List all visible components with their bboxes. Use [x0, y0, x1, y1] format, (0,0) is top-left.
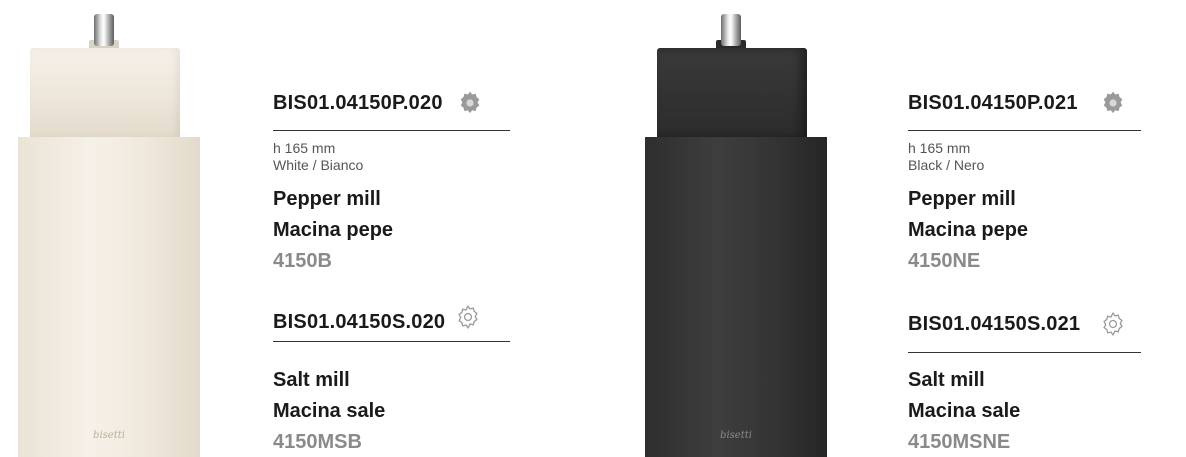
- pepper-ref: 4150B: [273, 250, 332, 272]
- pepper-name-it: Macina pepe: [908, 219, 1029, 241]
- salt-ref: 4150MSNE: [908, 431, 1011, 453]
- gear-outline-icon: [1103, 311, 1123, 337]
- product-info-white: BIS01.04150P.020 h 165 mm White / Bianco…: [255, 0, 545, 457]
- salt-ref: 4150MSB: [273, 431, 362, 453]
- pepper-mill-image-black: bisetti: [645, 0, 835, 457]
- pepper-code-row: BIS01.04150P.020: [255, 90, 545, 116]
- brand-logo: bisetti: [93, 430, 125, 441]
- mill-cap: [657, 48, 807, 138]
- pepper-color: White / Bianco: [273, 157, 364, 173]
- mill-body: [18, 137, 200, 457]
- pepper-height: h 165 mm: [908, 140, 971, 156]
- pepper-code: BIS01.04150P.021: [908, 91, 1078, 114]
- salt-code: BIS01.04150S.021: [908, 312, 1081, 335]
- pepper-divider: [273, 130, 510, 131]
- salt-divider: [908, 352, 1141, 353]
- mill-knob: [94, 14, 114, 46]
- pepper-code-row: BIS01.04150P.021: [890, 90, 1180, 116]
- mill-body: [645, 137, 827, 457]
- mill-knob: [721, 14, 741, 46]
- product-card-black: bisetti BIS01.04150P.021 h 165 mm Black …: [593, 0, 1186, 457]
- pepper-name-en: Pepper mill: [908, 188, 1016, 210]
- salt-name-en: Salt mill: [908, 369, 985, 391]
- gear-solid-icon: [460, 91, 479, 114]
- salt-divider: [273, 341, 510, 342]
- pepper-height: h 165 mm: [273, 140, 336, 156]
- pepper-code: BIS01.04150P.020: [273, 91, 443, 114]
- product-card-white: bisetti BIS01.04150P.020 h 165 mm White …: [0, 0, 593, 457]
- salt-name-it: Macina sale: [908, 400, 1021, 422]
- salt-name-it: Macina sale: [273, 400, 386, 422]
- gear-solid-icon: [1103, 91, 1122, 114]
- pepper-name-en: Pepper mill: [273, 188, 381, 210]
- pepper-name-it: Macina pepe: [273, 219, 394, 241]
- brand-logo: bisetti: [720, 430, 752, 441]
- salt-name-en: Salt mill: [273, 369, 350, 391]
- pepper-color: Black / Nero: [908, 157, 985, 173]
- salt-code-row: BIS01.04150S.021: [890, 311, 1180, 337]
- mill-cap: [30, 48, 180, 138]
- product-info-black: BIS01.04150P.021 h 165 mm Black / Nero P…: [890, 0, 1180, 457]
- pepper-mill-image-white: bisetti: [18, 0, 208, 457]
- pepper-ref: 4150NE: [908, 250, 981, 272]
- gear-outline-icon: [458, 304, 478, 329]
- pepper-divider: [908, 130, 1141, 131]
- salt-code-row: BIS01.04150S.020: [255, 304, 545, 334]
- salt-code: BIS01.04150S.020: [273, 311, 446, 333]
